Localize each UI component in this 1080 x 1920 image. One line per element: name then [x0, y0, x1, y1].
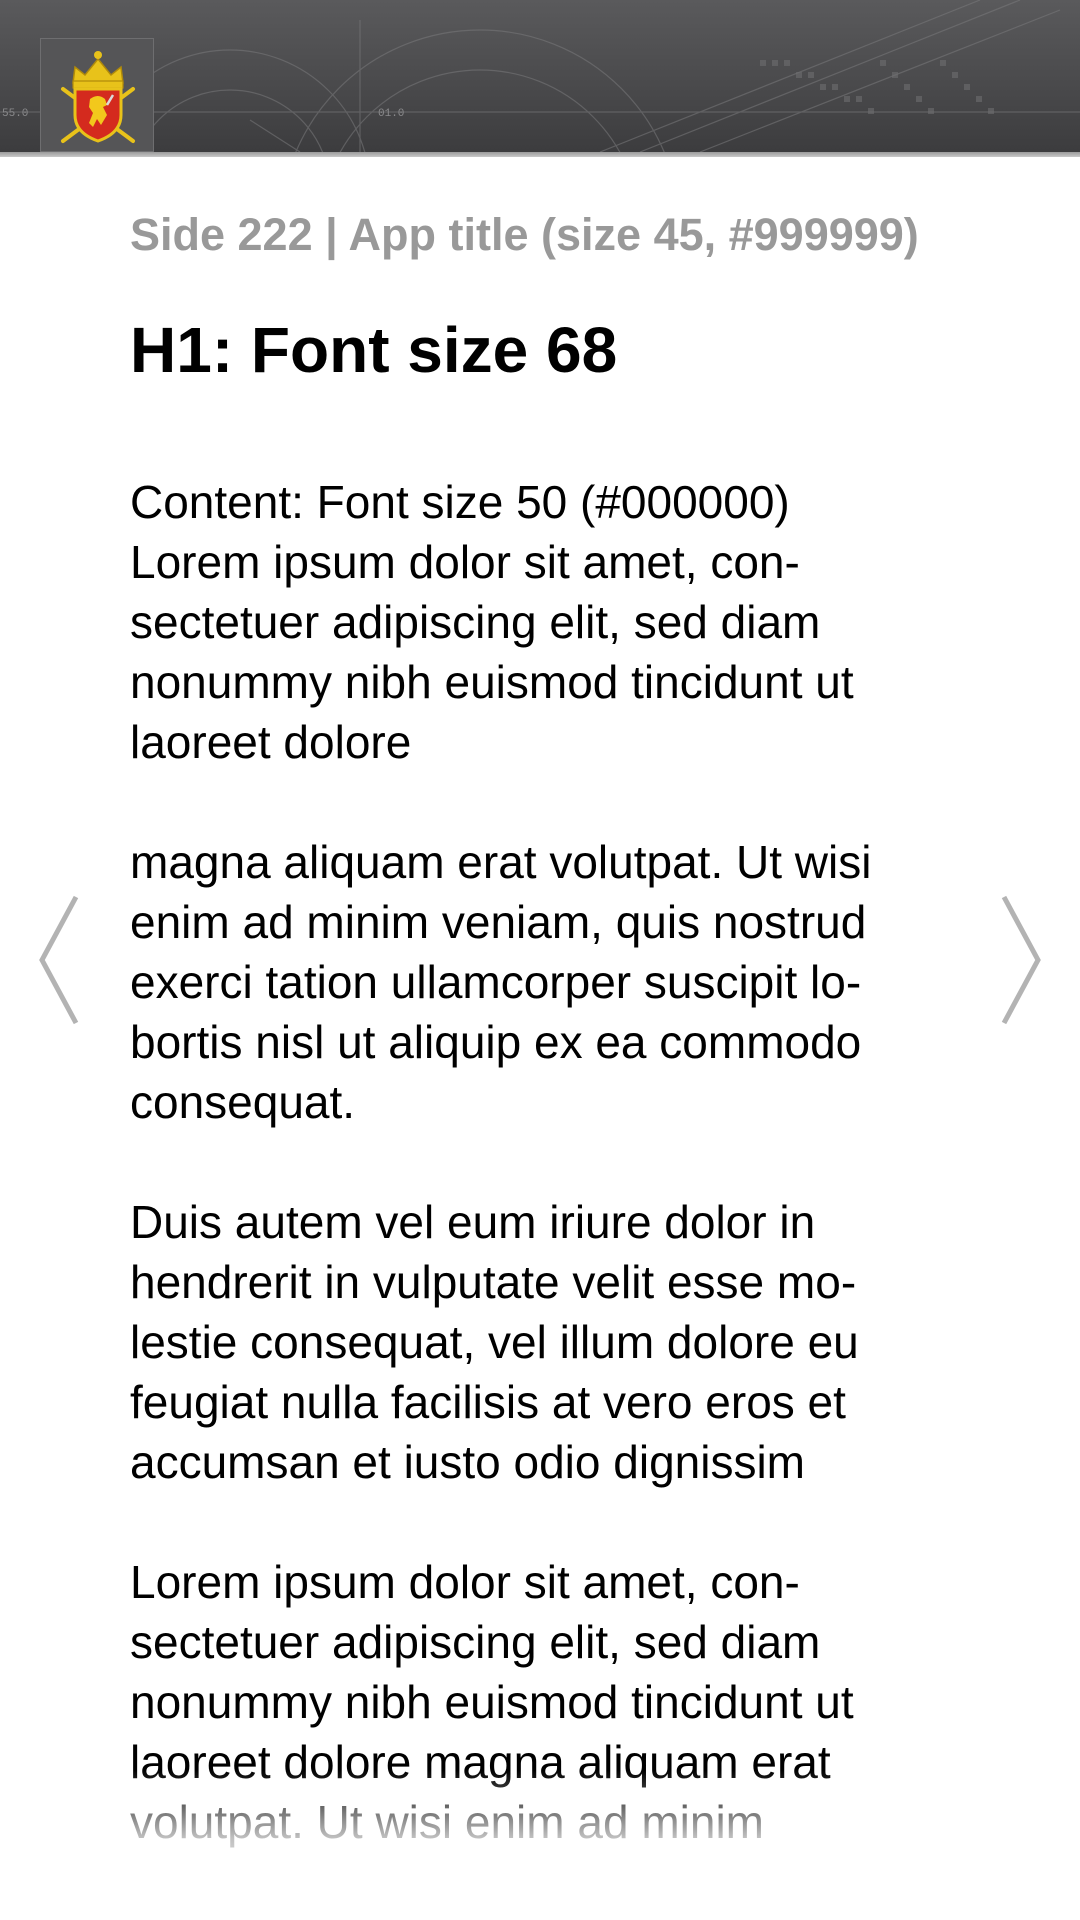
article-content: Side 222 | App title (size 45, #999999) … — [130, 200, 960, 1912]
paragraph-2: magna aliquam erat volutpat. Ut wisi eni… — [130, 836, 872, 1128]
header-deco-label-2: 01.0 — [378, 108, 404, 120]
coat-of-arms-icon — [61, 51, 135, 143]
chevron-right-icon — [1001, 895, 1041, 1025]
header-deco-label-1: 55.0 — [2, 108, 28, 120]
paragraph-1: Content: Font size 50 (#000000) Lorem ip… — [130, 476, 854, 768]
page-heading: H1: Font size 68 — [130, 314, 618, 386]
page: 55.0 01.0 Side 222 | App title (size 45,… — [0, 0, 1080, 1920]
app-header: 55.0 01.0 — [0, 0, 1080, 152]
previous-page-button[interactable] — [36, 895, 86, 1025]
chevron-left-icon — [39, 895, 79, 1025]
header-divider — [0, 152, 1080, 157]
emblem-logo[interactable] — [40, 38, 154, 152]
article-body: Content: Font size 50 (#000000) Lorem ip… — [130, 472, 960, 1852]
paragraph-4: Lorem ipsum dolor sit amet, con- sectetu… — [130, 1556, 854, 1848]
next-page-button[interactable] — [994, 895, 1044, 1025]
paragraph-3: Duis autem vel eum iriure dolor in hendr… — [130, 1196, 859, 1488]
app-title: Side 222 | App title (size 45, #999999) — [130, 209, 919, 260]
header-decoration: 55.0 01.0 — [0, 0, 1080, 152]
